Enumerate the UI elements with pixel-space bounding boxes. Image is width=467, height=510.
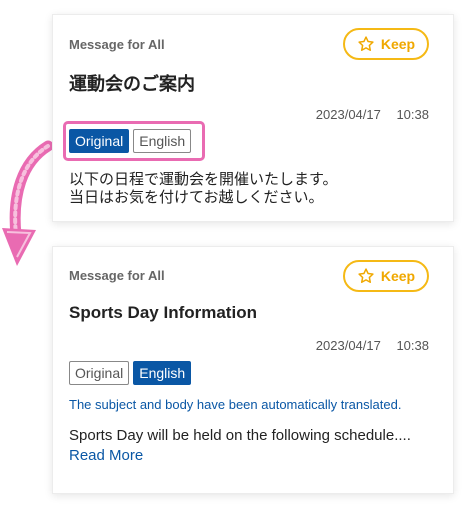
read-more-link[interactable]: Read More [69, 447, 143, 465]
message-body: 以下の日程で運動会を開催いたします。 当日はお気を付けてお越しください。 [69, 171, 338, 207]
star-outline-icon [358, 268, 374, 283]
message-body-line: 当日はお気を付けてお越しください。 [69, 189, 324, 206]
original-language-button[interactable]: Original [69, 361, 130, 385]
english-language-button[interactable]: English [133, 361, 192, 385]
message-body-line: 以下の日程で運動会を開催いたします。 [69, 171, 338, 188]
message-audience-label: Message for All [69, 268, 165, 283]
language-toggle: Original English [69, 361, 192, 385]
message-body: Sports Day will be held on the following… [69, 427, 411, 465]
message-card-original[interactable]: Message for All Keep 運動会のご案内 2023/04/17 … [52, 14, 454, 222]
keep-button[interactable]: Keep [343, 260, 429, 292]
keep-label: Keep [380, 36, 416, 52]
message-subject: Sports Day Information [69, 303, 257, 322]
keep-button[interactable]: Keep [343, 28, 429, 60]
message-subject: 運動会のご案内 [69, 74, 195, 94]
english-language-button[interactable]: English [133, 129, 192, 153]
message-timestamp: 2023/04/17 10:38 [315, 338, 429, 353]
message-audience-label: Message for All [69, 37, 165, 52]
original-language-button[interactable]: Original [69, 129, 130, 153]
message-timestamp: 2023/04/17 10:38 [315, 107, 429, 122]
message-card-translated[interactable]: Message for All Keep Sports Day Informat… [52, 246, 454, 494]
keep-label: Keep [380, 268, 416, 284]
auto-translated-notice: The subject and body have been automatic… [69, 397, 402, 412]
star-outline-icon [358, 36, 374, 51]
message-body-line: Sports Day will be held on the following… [69, 427, 411, 444]
language-toggle: Original English [69, 129, 192, 153]
curved-arrow-icon [2, 140, 54, 266]
